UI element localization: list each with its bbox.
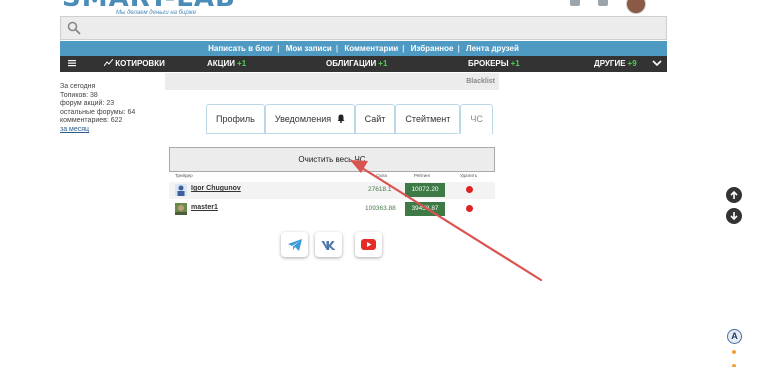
tab-statement[interactable]: Стейтмент bbox=[395, 104, 461, 134]
scroll-down-button[interactable] bbox=[726, 208, 742, 224]
accessibility-badge[interactable]: A bbox=[727, 329, 742, 344]
table-row: Igor Chugunov 27618.1 10072.20 bbox=[169, 182, 495, 199]
nav-friends-feed[interactable]: Лента друзей bbox=[466, 44, 519, 53]
tab-profile[interactable]: Профиль bbox=[206, 104, 265, 134]
nav-favorites[interactable]: Избранное bbox=[411, 44, 454, 53]
tab-notifications-label: Уведомления bbox=[274, 114, 332, 124]
stats-today: За сегодня bbox=[60, 83, 96, 90]
header-trader: Трейдер bbox=[175, 173, 193, 178]
nav-bonds-label: ОБЛИГАЦИИ bbox=[326, 59, 377, 68]
vk-link[interactable] bbox=[315, 232, 342, 257]
stats-comments: комментариев: 622 bbox=[60, 117, 123, 125]
nav-comments[interactable]: Комментарии bbox=[344, 44, 398, 53]
bell-icon bbox=[337, 114, 345, 123]
nav-brokers-label: БРОКЕРЫ bbox=[468, 59, 509, 68]
nav-other-label: ДРУГИЕ bbox=[594, 59, 626, 68]
user-link[interactable]: Igor Chugunov bbox=[191, 185, 241, 192]
stats-stock-forum: форум акций: 23 bbox=[60, 100, 115, 108]
blacklist-title: Blacklist bbox=[165, 73, 499, 90]
nav-write-blog[interactable]: Написать в блог bbox=[208, 44, 273, 53]
search-bar[interactable] bbox=[60, 16, 667, 40]
user-link[interactable]: master1 bbox=[191, 204, 218, 211]
scroll-up-button[interactable] bbox=[726, 187, 742, 203]
rating-value: 10072.20 bbox=[405, 183, 445, 197]
status-dot bbox=[732, 350, 736, 354]
nav-other[interactable]: ДРУГИЕ +9 bbox=[594, 56, 637, 72]
nav-brokers-badge: +1 bbox=[510, 59, 520, 68]
chevron-down-icon[interactable] bbox=[651, 57, 663, 69]
stats-other-forums: остальные форумы: 64 bbox=[60, 108, 136, 116]
avatar[interactable] bbox=[175, 203, 187, 215]
site-stats: За сегодня Топиков: 38 форум акций: 23 о… bbox=[60, 83, 135, 135]
search-icon[interactable] bbox=[67, 21, 81, 35]
nav-other-badge: +9 bbox=[627, 59, 637, 68]
chart-icon bbox=[103, 58, 114, 67]
header-remove: Удалить bbox=[460, 173, 478, 178]
bell-icon[interactable] bbox=[598, 0, 608, 6]
vk-icon bbox=[321, 240, 335, 250]
tab-site[interactable]: Сайт bbox=[354, 104, 396, 134]
nav-stocks-label: АКЦИИ bbox=[207, 59, 236, 68]
user-nav: Написать в блог | Мои записи | Комментарии… bbox=[60, 41, 667, 56]
nav-quotes-label: КОТИРОВКИ bbox=[115, 59, 165, 68]
karma-value: 27618.1 bbox=[368, 186, 392, 193]
nav-brokers[interactable]: БРОКЕРЫ +1 bbox=[468, 56, 520, 72]
nav-stocks-badge: +1 bbox=[237, 59, 247, 68]
arrow-up-icon bbox=[730, 190, 738, 199]
profile-tabs: Профиль Уведомления Сайт Стейтмент ЧС bbox=[206, 104, 493, 134]
tabs-divider bbox=[206, 133, 458, 134]
tab-blacklist[interactable]: ЧС bbox=[460, 104, 493, 134]
menu-icon[interactable] bbox=[68, 59, 76, 67]
stats-month-link[interactable]: за месяц bbox=[60, 126, 135, 135]
nav-bonds-badge: +1 bbox=[378, 59, 388, 68]
youtube-link[interactable] bbox=[355, 232, 382, 257]
nav-my-posts[interactable]: Мои записи bbox=[286, 44, 332, 53]
logo-text: SMART-LAB bbox=[62, 0, 236, 11]
karma-value: 109363.88 bbox=[365, 205, 396, 212]
messages-icon[interactable] bbox=[570, 0, 580, 6]
telegram-link[interactable] bbox=[281, 232, 308, 257]
clear-blacklist-button[interactable]: Очистить весь ЧС bbox=[169, 147, 495, 172]
stats-topics: Топиков: 38 bbox=[60, 91, 98, 99]
rating-value: 39458.87 bbox=[405, 202, 445, 216]
remove-icon[interactable] bbox=[466, 205, 473, 212]
header-rating: Рейтинг bbox=[414, 173, 431, 178]
header-karma: Сила bbox=[376, 173, 387, 178]
telegram-icon bbox=[287, 238, 302, 251]
tab-notifications[interactable]: Уведомления bbox=[264, 104, 355, 134]
nav-stocks[interactable]: АКЦИИ +1 bbox=[207, 56, 246, 72]
avatar[interactable] bbox=[175, 184, 187, 196]
user-avatar[interactable] bbox=[626, 0, 646, 14]
market-nav: КОТИРОВКИ АКЦИИ +1 ОБЛИГАЦИИ +1 БРОКЕРЫ +1 … bbox=[60, 56, 667, 72]
arrow-down-icon bbox=[730, 212, 738, 221]
nav-quotes[interactable]: КОТИРОВКИ bbox=[103, 56, 165, 72]
youtube-icon bbox=[361, 239, 376, 250]
table-row: master1 109363.88 39458.87 bbox=[169, 201, 495, 218]
remove-icon[interactable] bbox=[466, 186, 473, 193]
nav-bonds[interactable]: ОБЛИГАЦИИ +1 bbox=[326, 56, 387, 72]
